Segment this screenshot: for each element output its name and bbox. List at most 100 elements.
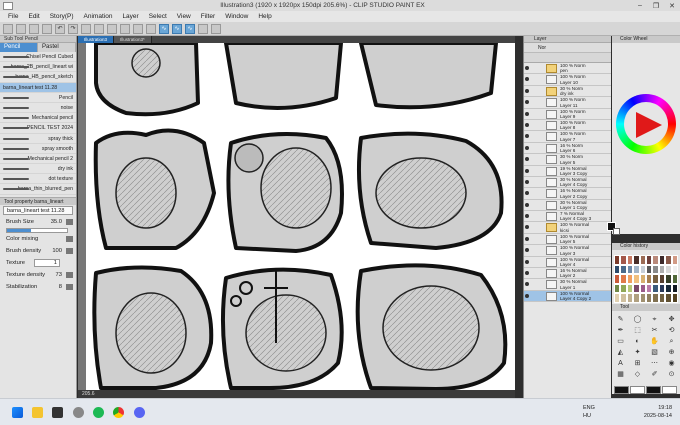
menu-file[interactable]: File bbox=[8, 13, 18, 20]
color-swatch[interactable] bbox=[662, 386, 677, 394]
blend-mode-select[interactable]: Nor bbox=[524, 43, 611, 53]
eye-icon[interactable] bbox=[525, 259, 529, 264]
layer-row[interactable]: 16 % Norm Layer 6 bbox=[524, 143, 611, 155]
layer-row[interactable]: 100 % Normal Layer 3 bbox=[524, 245, 611, 257]
layer-row[interactable]: 30 % Normal Layer 4 Copy bbox=[524, 177, 611, 189]
layer-row[interactable]: 100 % Normal kicsi bbox=[524, 222, 611, 234]
transform-icon[interactable] bbox=[94, 23, 104, 34]
tool-button[interactable]: ◯ bbox=[629, 314, 646, 325]
clip-icon[interactable] bbox=[52, 407, 63, 418]
menu-story[interactable]: Story(P) bbox=[50, 13, 74, 20]
brush-item[interactable]: Mechanical pencil 2 bbox=[0, 154, 76, 165]
color-history-swatch[interactable] bbox=[671, 255, 678, 265]
brush-item[interactable]: spray smooth bbox=[0, 144, 76, 154]
tool-button[interactable]: A bbox=[612, 358, 629, 369]
brush-size-value[interactable]: 35.0 bbox=[51, 216, 62, 228]
layer-row[interactable]: 30 % Normal Layer 1 Copy bbox=[524, 200, 611, 212]
color-swatch[interactable] bbox=[614, 386, 629, 394]
tool-button[interactable]: ◭ bbox=[612, 347, 629, 358]
eye-icon[interactable] bbox=[525, 100, 529, 105]
canvas-tab-1[interactable]: Illustration3 bbox=[78, 36, 115, 43]
tool-button[interactable]: ⬚ bbox=[629, 325, 646, 336]
brush-item[interactable]: barna_HB_pencil_sketch bbox=[0, 72, 76, 83]
spotify-icon[interactable] bbox=[93, 407, 104, 418]
canvas-area[interactable]: Illustration3 Illustration3* bbox=[78, 36, 515, 390]
layer-row[interactable]: 100 % Norm Layer 7 bbox=[524, 131, 611, 143]
tool-button[interactable]: ✋ bbox=[646, 336, 663, 347]
tool-button[interactable]: ▧ bbox=[646, 347, 663, 358]
save-icon[interactable] bbox=[29, 23, 39, 34]
tool-button[interactable]: ⊕ bbox=[663, 347, 680, 358]
eye-icon[interactable] bbox=[525, 225, 529, 230]
stabilize-icon[interactable]: ∿ bbox=[159, 23, 169, 34]
eye-icon[interactable] bbox=[525, 214, 529, 219]
maximize-button[interactable]: ❐ bbox=[648, 2, 664, 10]
sub-color-swatch[interactable] bbox=[613, 228, 620, 235]
eye-icon[interactable] bbox=[525, 88, 529, 93]
menu-window[interactable]: Window bbox=[225, 13, 248, 20]
eye-icon[interactable] bbox=[525, 271, 529, 276]
minimize-button[interactable]: – bbox=[632, 2, 648, 9]
settings-icon[interactable] bbox=[73, 407, 84, 418]
layer-row[interactable]: 30 % Norm dry ink bbox=[524, 86, 611, 98]
layer-row[interactable]: 19 % Normal Layer 3 Copy bbox=[524, 166, 611, 177]
color-swatch[interactable] bbox=[630, 386, 645, 394]
layer-row[interactable]: 100 % Norm Layer 9 bbox=[524, 109, 611, 120]
chrome-icon[interactable] bbox=[113, 407, 124, 418]
eye-icon[interactable] bbox=[525, 168, 529, 173]
eye-icon[interactable] bbox=[525, 111, 529, 116]
color-history-swatch[interactable] bbox=[671, 274, 678, 284]
tool-button[interactable]: ▦ bbox=[612, 369, 629, 380]
color-history-grid[interactable] bbox=[614, 255, 678, 303]
layer-row[interactable]: 100 % Normal Layer 4 bbox=[524, 257, 611, 269]
tool-button[interactable]: ⟲ bbox=[663, 325, 680, 336]
ruler-snap-icon[interactable]: ∿ bbox=[185, 23, 195, 34]
layer-row[interactable]: 30 % Norm Layer 5 bbox=[524, 154, 611, 166]
layer-row[interactable]: 7 % Normal Layer 4 Copy 3 bbox=[524, 211, 611, 223]
close-button[interactable]: ✕ bbox=[664, 2, 680, 10]
color-swatch[interactable] bbox=[646, 386, 661, 394]
layer-row[interactable]: 30 % Normal Layer 1 bbox=[524, 279, 611, 291]
tool-button[interactable]: ◐ bbox=[629, 336, 646, 347]
brush-item[interactable]: dry ink bbox=[0, 164, 76, 175]
menu-filter[interactable]: Filter bbox=[201, 13, 215, 20]
tool-button[interactable]: ✂ bbox=[646, 325, 663, 336]
cloud-icon[interactable] bbox=[42, 23, 52, 34]
color-history-swatch[interactable] bbox=[671, 264, 678, 275]
brush-item[interactable]: noise bbox=[0, 103, 76, 114]
eye-icon[interactable] bbox=[525, 157, 529, 162]
tool-button[interactable]: ◉ bbox=[663, 358, 680, 369]
color-history-swatch[interactable] bbox=[671, 283, 678, 294]
fill-icon[interactable] bbox=[133, 23, 143, 34]
eye-icon[interactable] bbox=[525, 122, 529, 127]
tool-button[interactable]: ◇ bbox=[629, 369, 646, 380]
eye-icon[interactable] bbox=[525, 293, 529, 298]
tool-button[interactable]: ✎ bbox=[612, 314, 629, 325]
perspective-icon[interactable] bbox=[211, 23, 221, 34]
drawing-canvas[interactable] bbox=[86, 41, 515, 390]
menu-layer[interactable]: Layer bbox=[122, 13, 138, 20]
eye-icon[interactable] bbox=[525, 77, 529, 82]
tool-button[interactable]: ✥ bbox=[663, 314, 680, 325]
language-indicator[interactable]: ENG HU bbox=[583, 404, 595, 420]
eye-icon[interactable] bbox=[525, 236, 529, 241]
brush-item[interactable]: dot texture bbox=[0, 174, 76, 185]
tool-button[interactable]: ✒ bbox=[612, 325, 629, 336]
tab-pencil[interactable]: Pencil bbox=[0, 43, 38, 52]
brush-item[interactable]: barna_thin_blurred_pen bbox=[0, 184, 76, 195]
undo-icon[interactable]: ↶ bbox=[55, 23, 65, 34]
layer-row[interactable]: 16 % Normal Layer 2 bbox=[524, 268, 611, 280]
tool-button[interactable]: ⊙ bbox=[663, 369, 680, 380]
menu-help[interactable]: Help bbox=[258, 13, 271, 20]
tool-button[interactable]: ✐ bbox=[646, 369, 663, 380]
tab-pastel[interactable]: Pastel bbox=[38, 43, 76, 52]
zoom-readout[interactable]: 205.6 bbox=[78, 390, 515, 398]
eye-icon[interactable] bbox=[525, 202, 529, 207]
eye-icon[interactable] bbox=[525, 145, 529, 150]
menu-view[interactable]: View bbox=[177, 13, 191, 20]
menu-select[interactable]: Select bbox=[149, 13, 167, 20]
stabilization-value[interactable]: 8 bbox=[59, 281, 62, 293]
clear-icon[interactable] bbox=[81, 23, 91, 34]
eye-icon[interactable] bbox=[525, 282, 529, 287]
color-mixing-label[interactable]: Color mixing bbox=[6, 236, 38, 242]
